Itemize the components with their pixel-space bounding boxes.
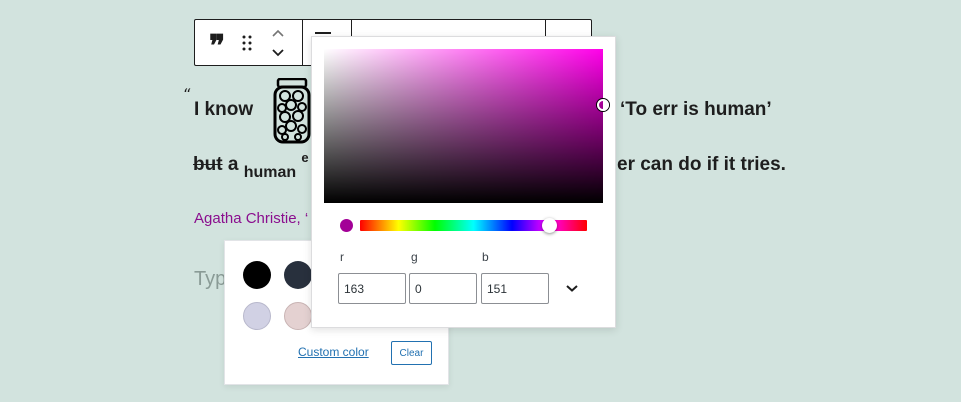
toolbar-divider [302,20,303,65]
subscript-text: human [243,164,297,181]
quote-block-icon[interactable]: ❞ [209,32,225,62]
green-input[interactable] [409,273,477,304]
quote-line-2-right: er can do if it tries. [617,154,786,175]
quote-line-1-right: ‘To err is human’ [620,99,772,120]
red-input[interactable] [338,273,406,304]
blue-label: b [482,250,489,264]
red-label: r [340,250,344,264]
quote-text-a: a [227,154,239,175]
blue-input[interactable] [481,273,549,304]
saturation-pointer[interactable] [597,99,609,111]
color-picker-popover: r g b [311,36,616,328]
color-swatch-black[interactable] [243,261,271,289]
color-swatch-pink[interactable] [284,302,312,330]
chevron-down-icon[interactable] [565,283,579,293]
quote-citation[interactable]: Agatha Christie, ‘ [194,210,308,227]
paragraph-placeholder[interactable]: Typ [194,268,226,291]
superscript-text: e [301,150,309,165]
drag-handle-icon[interactable] [242,35,252,51]
quote-line-1-left: I know [194,99,254,120]
move-up-down-icon[interactable] [271,26,285,60]
jar-icon [273,78,311,144]
color-swatch-lavender[interactable] [243,302,271,330]
color-swatch-dark-gray[interactable] [284,261,312,289]
custom-color-link[interactable]: Custom color [298,345,369,359]
quote-line-2-left: but a human e [193,150,309,181]
saturation-area[interactable] [324,49,603,203]
hue-slider-handle[interactable] [542,218,557,233]
selected-color-preview [340,219,353,232]
clear-button[interactable]: Clear [391,341,432,365]
strikethrough-text: but [193,154,223,175]
quote-mark: “ [183,85,192,104]
green-label: g [411,250,418,264]
